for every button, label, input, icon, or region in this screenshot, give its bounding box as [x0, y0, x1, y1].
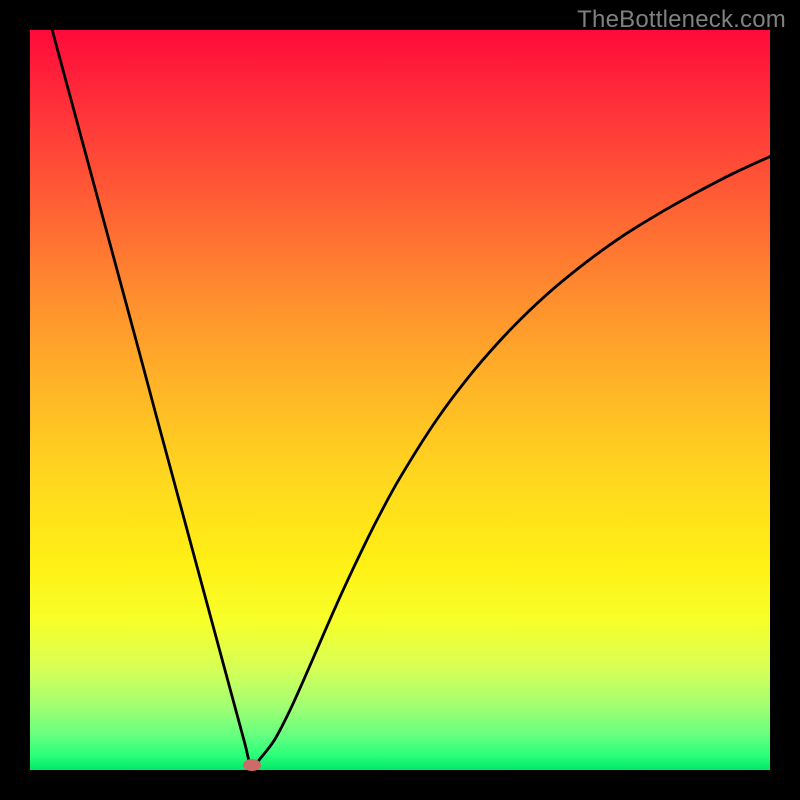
bottleneck-curve — [52, 30, 770, 770]
optimum-marker — [243, 759, 261, 771]
chart-container: TheBottleneck.com — [0, 0, 800, 800]
plot-area — [30, 30, 770, 770]
curve-layer — [30, 30, 770, 770]
